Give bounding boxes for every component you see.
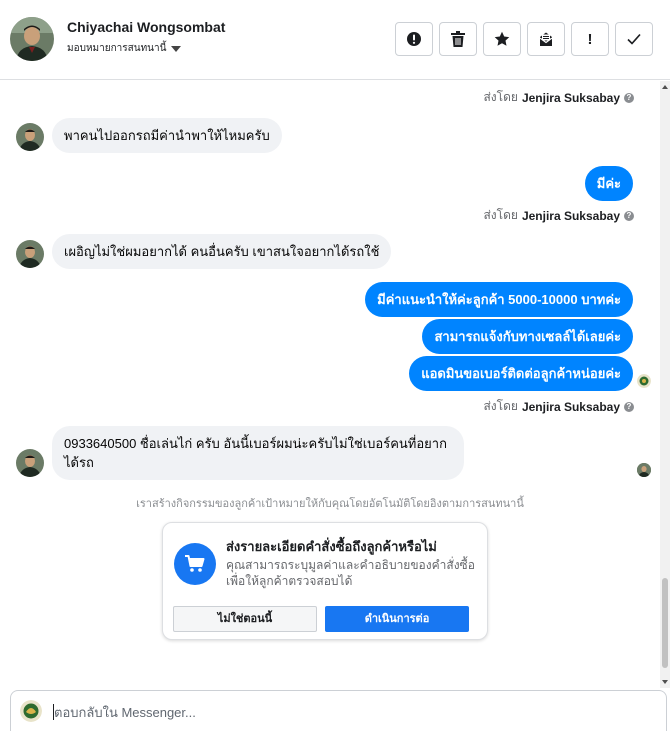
- mark-unread-button[interactable]: [527, 22, 565, 56]
- sent-by-label: ส่งโดย Jenjira Suksabay ?: [483, 397, 634, 416]
- scroll-down-arrow-icon[interactable]: [662, 680, 668, 684]
- message-thread[interactable]: ส่งโดย Jenjira Suksabay ? พาคนไปออกรถมีค…: [0, 81, 670, 688]
- assign-label: มอบหมายการสนทนานี้: [67, 43, 167, 54]
- conversation-header: Chiyachai Wongsombat มอบหมายการสนทนานี้: [0, 0, 670, 80]
- info-icon[interactable]: ?: [624, 210, 634, 221]
- chevron-down-icon: [171, 45, 182, 52]
- not-now-button[interactable]: ไม่ใช่ตอนนี้: [173, 606, 317, 632]
- seen-avatar-icon: [637, 463, 651, 477]
- trash-icon: [451, 31, 465, 47]
- text-cursor: [53, 704, 54, 720]
- message-bubble-incoming: 0933640500 ชื่อเล่นไก่ ครับ อันนี้เบอร์ผ…: [52, 426, 464, 480]
- exclamation-icon: !: [587, 30, 593, 48]
- customer-avatar-small: [16, 449, 44, 477]
- message-bubble-incoming: เผอิญไม่ใช่ผมอยากได้ คนอื่นครับ เขาสนใจอ…: [52, 234, 392, 269]
- shopping-cart-icon: [174, 543, 216, 585]
- info-icon[interactable]: ?: [624, 401, 634, 412]
- sent-by-label: ส่งโดย Jenjira Suksabay ?: [483, 206, 634, 225]
- star-button[interactable]: [483, 22, 521, 56]
- scroll-up-arrow-icon[interactable]: [662, 85, 668, 89]
- delete-button[interactable]: [439, 22, 477, 56]
- system-note: เราสร้างกิจกรรมของลูกค้าเป้าหมายให้กับคุ…: [136, 498, 524, 510]
- card-description: คุณสามารถระบุมูลค่าและคำอธิบายของคำสั่งซ…: [226, 558, 475, 588]
- envelope-icon: [539, 32, 553, 46]
- reply-composer: [10, 690, 667, 731]
- message-bubble-outgoing: สามารถแจ้งกับทางเซลล์ได้เลยค่ะ: [422, 319, 633, 354]
- message-bubble-outgoing: แอดมินขอเบอร์ติดต่อลูกค้าหน่อยค่ะ: [409, 356, 633, 391]
- customer-avatar[interactable]: [10, 17, 54, 61]
- card-title: ส่งรายละเอียดคำสั่งซื้อถึงลูกค้าหรือไม่: [226, 539, 437, 554]
- customer-name[interactable]: Chiyachai Wongsombat: [67, 19, 225, 35]
- message-bubble-outgoing: มีค่ะ: [584, 166, 633, 201]
- alert-circle-icon: [407, 32, 421, 46]
- order-details-card: ส่งรายละเอียดคำสั่งซื้อถึงลูกค้าหรือไม่ …: [162, 522, 488, 640]
- customer-avatar-small: [16, 123, 44, 151]
- message-bubble-incoming: พาคนไปออกรถมีค่านำพาให้ไหมครับ: [52, 118, 282, 153]
- check-icon: [627, 33, 641, 45]
- info-icon[interactable]: ?: [624, 92, 634, 103]
- page-avatar: [20, 700, 42, 722]
- scrollbar[interactable]: [660, 81, 670, 688]
- assign-conversation-dropdown[interactable]: มอบหมายการสนทนานี้: [67, 41, 182, 56]
- scrollbar-thumb[interactable]: [662, 578, 668, 668]
- customer-avatar-small: [16, 240, 44, 268]
- seen-avatar-icon: [637, 374, 651, 388]
- sent-by-label: ส่งโดย Jenjira Suksabay ?: [483, 88, 634, 107]
- spam-button[interactable]: [395, 22, 433, 56]
- message-bubble-outgoing: มีค่าแนะนำให้ค่ะลูกค้า 5000-10000 บาทค่ะ: [365, 282, 633, 317]
- header-actions: !: [395, 22, 653, 56]
- reply-input[interactable]: [54, 701, 644, 723]
- done-button[interactable]: [615, 22, 653, 56]
- follow-up-button[interactable]: !: [571, 22, 609, 56]
- star-icon: [494, 31, 510, 46]
- continue-button[interactable]: ดำเนินการต่อ: [325, 606, 469, 632]
